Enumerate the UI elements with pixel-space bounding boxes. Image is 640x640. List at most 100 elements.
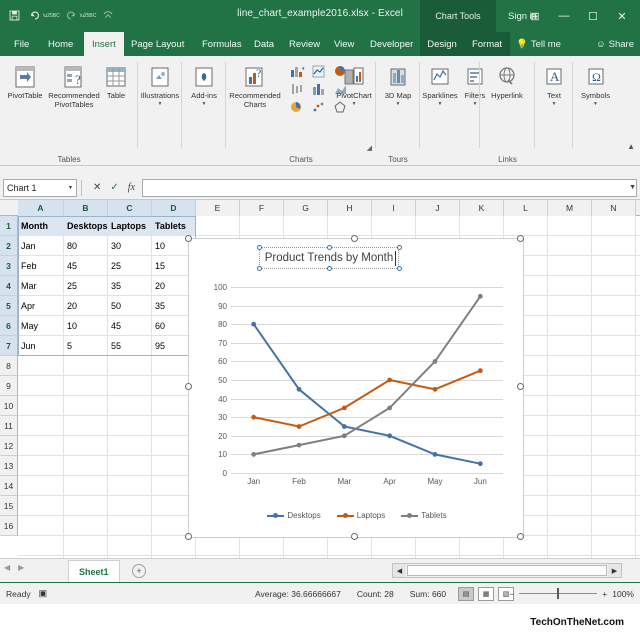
column-header-h[interactable]: H [328, 200, 372, 216]
text-chevron-down-icon[interactable]: ▼ [552, 101, 557, 107]
title-handle-br[interactable] [397, 266, 402, 271]
zoom-out-button[interactable]: − [509, 589, 514, 599]
column-header-e[interactable]: E [196, 200, 240, 216]
row-header-14[interactable]: 14 [0, 476, 18, 496]
table-button[interactable]: Table [98, 64, 134, 101]
column-header-f[interactable]: F [240, 200, 284, 216]
illustrations-chevron-down-icon[interactable]: ▼ [158, 101, 163, 107]
name-box-chevron-down-icon[interactable]: ▼ [68, 185, 73, 191]
enter-formula-icon[interactable]: ✓ [110, 182, 118, 193]
chart-object[interactable]: Product Trends by Month 0 10 20 30 40 50 60 70 8… [188, 238, 524, 538]
3d-map-button[interactable]: 3D Map ▼ [376, 64, 420, 107]
recommended-pivot-tables-button[interactable]: ? Recommended PivotTables [48, 64, 100, 109]
add-ins-button[interactable]: Add-ins ▼ [182, 64, 226, 107]
tab-design[interactable]: Design [420, 32, 464, 56]
row-header-9[interactable]: 9 [0, 376, 18, 396]
data-point[interactable] [341, 424, 347, 429]
share-button[interactable]: ☺ Share [596, 32, 634, 56]
column-header-c[interactable]: C [108, 200, 152, 216]
data-point[interactable] [477, 293, 483, 299]
bar-chart-icon[interactable] [308, 80, 330, 98]
data-point[interactable] [251, 414, 257, 420]
column-header-b[interactable]: B [64, 200, 108, 216]
first-sheet-icon[interactable]: ◀ [4, 563, 10, 572]
row-header-7[interactable]: 7 [0, 336, 18, 356]
minimize-icon[interactable]: — [550, 1, 578, 31]
data-point[interactable] [296, 386, 302, 392]
pivot-table-button[interactable]: PivotTable [2, 64, 48, 101]
chart-handle-tr[interactable] [517, 235, 524, 242]
hyperlink-button[interactable]: Hyperlink [484, 64, 530, 101]
close-icon[interactable]: ✕ [608, 1, 636, 31]
tab-format[interactable]: Format [464, 32, 510, 56]
last-sheet-icon[interactable]: ▶ [18, 563, 24, 572]
row-header-16[interactable]: 16 [0, 516, 18, 536]
legend-item-laptops[interactable]: Laptops [336, 511, 385, 520]
symbols-button[interactable]: Ω Symbols ▼ [573, 64, 618, 107]
column-chart-icon[interactable]: ▾ [286, 62, 308, 80]
row-header-13[interactable]: 13 [0, 456, 18, 476]
data-point[interactable] [387, 405, 393, 411]
row-header-4[interactable]: 4 [0, 276, 18, 296]
legend-item-tablets[interactable]: Tablets [401, 511, 447, 520]
chart-handle-tc[interactable] [351, 235, 358, 242]
scroll-right-icon[interactable]: ▶ [608, 564, 621, 577]
data-point[interactable] [251, 452, 257, 457]
expand-formula-bar-icon[interactable]: ▼ [629, 184, 636, 191]
stock-chart-icon[interactable] [286, 80, 308, 98]
row-header-5[interactable]: 5 [0, 296, 18, 316]
normal-view-button[interactable]: ▤ [458, 586, 474, 601]
chart-handle-ml[interactable] [185, 383, 192, 390]
tab-insert[interactable]: Insert [84, 32, 124, 56]
zoom-in-button[interactable]: + [602, 589, 607, 599]
scroll-left-icon[interactable]: ◀ [393, 564, 406, 577]
tab-formulas[interactable]: Formulas [194, 32, 250, 56]
column-header-l[interactable]: L [504, 200, 548, 216]
zoom-level[interactable]: 100% [612, 589, 634, 599]
sheet-tab-sheet1[interactable]: Sheet1 [68, 560, 120, 582]
add-sheet-button[interactable]: + [132, 564, 146, 578]
data-point[interactable] [387, 377, 393, 383]
insert-function-icon[interactable]: fx [128, 182, 135, 193]
row-header-12[interactable]: 12 [0, 436, 18, 456]
column-header-m[interactable]: M [548, 200, 592, 216]
tab-file[interactable]: File [6, 32, 37, 56]
sparklines-button[interactable]: Sparklines ▼ [420, 64, 460, 107]
charts-dialog-launcher-icon[interactable]: ◢ [367, 144, 372, 152]
row-header-8[interactable]: 8 [0, 356, 18, 376]
data-point[interactable] [477, 368, 483, 374]
data-point[interactable] [296, 424, 302, 429]
pie-chart-icon[interactable] [286, 98, 308, 116]
tab-developer[interactable]: Developer [362, 32, 421, 56]
tell-me-box[interactable]: 💡 Tell me [516, 32, 561, 56]
zoom-slider[interactable] [519, 588, 598, 599]
page-layout-view-button[interactable]: ▦ [478, 586, 494, 601]
row-header-11[interactable]: 11 [0, 416, 18, 436]
text-button[interactable]: A Text ▼ [535, 64, 573, 107]
restore-icon[interactable]: ☐ [579, 1, 607, 31]
data-point[interactable] [296, 442, 302, 448]
cancel-formula-icon[interactable]: ✕ [93, 182, 101, 193]
chart-handle-bc[interactable] [351, 533, 358, 540]
ribbon-display-options-icon[interactable]: ⊞ [521, 1, 549, 31]
title-handle-bc[interactable] [327, 266, 332, 271]
pivot-chart-chevron-down-icon[interactable]: ▼ [352, 101, 357, 107]
legend-item-desktops[interactable]: Desktops [267, 511, 321, 520]
illustrations-button[interactable]: Illustrations ▼ [138, 64, 182, 107]
data-point[interactable] [477, 461, 483, 467]
chart-handle-bl[interactable] [185, 533, 192, 540]
data-point[interactable] [341, 433, 347, 439]
chart-handle-mr[interactable] [517, 383, 524, 390]
column-header-j[interactable]: J [416, 200, 460, 216]
column-header-n[interactable]: N [592, 200, 636, 216]
data-point[interactable] [387, 433, 393, 439]
chart-handle-tl[interactable] [185, 235, 192, 242]
row-header-3[interactable]: 3 [0, 256, 18, 276]
row-header-2[interactable]: 2 [0, 236, 18, 256]
column-header-a[interactable]: A [18, 200, 64, 216]
filters-chevron-down-icon[interactable]: ▼ [473, 101, 478, 107]
title-handle-tr[interactable] [397, 245, 402, 250]
series-line-laptops[interactable] [253, 369, 481, 428]
data-point[interactable] [251, 321, 257, 327]
title-handle-tl[interactable] [257, 245, 262, 250]
